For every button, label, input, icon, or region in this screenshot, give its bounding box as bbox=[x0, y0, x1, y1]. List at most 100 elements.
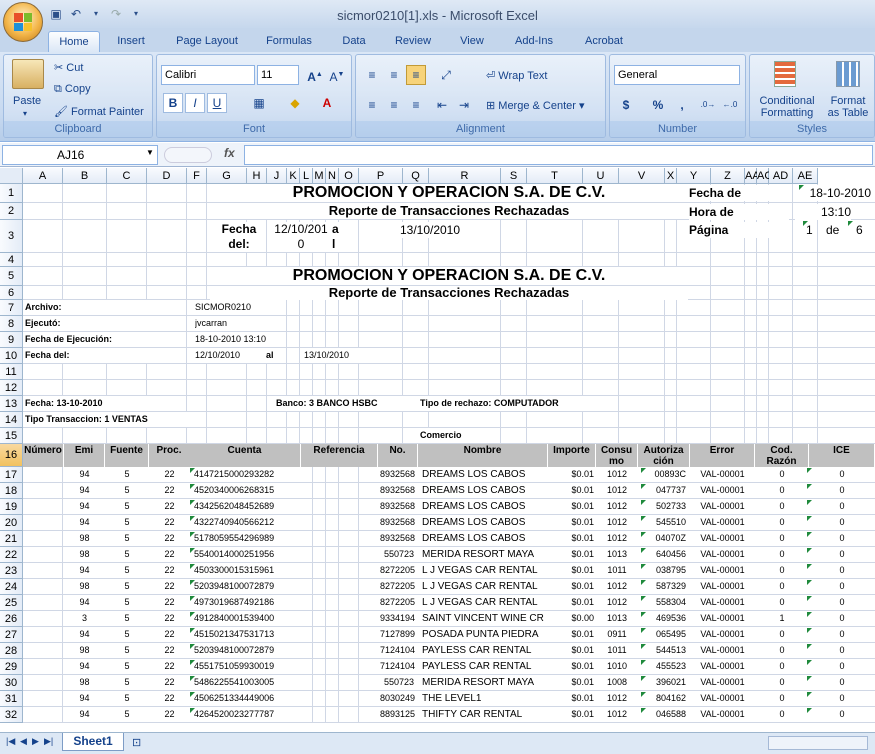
column-header[interactable]: AA bbox=[745, 168, 760, 184]
column-header[interactable]: U bbox=[583, 168, 619, 184]
row-header[interactable]: 13 bbox=[0, 396, 23, 412]
borders-icon[interactable]: ▦ bbox=[249, 93, 269, 113]
column-header[interactable]: R bbox=[429, 168, 501, 184]
shrink-font-icon[interactable]: A▼ bbox=[327, 65, 347, 85]
decrease-indent-icon[interactable]: ⇤ bbox=[432, 95, 452, 115]
row-header[interactable]: 17 bbox=[0, 467, 23, 483]
column-header[interactable]: Q bbox=[403, 168, 429, 184]
row-header[interactable]: 23 bbox=[0, 563, 23, 579]
horizontal-scrollbar[interactable] bbox=[768, 736, 868, 750]
column-header[interactable]: B bbox=[63, 168, 107, 184]
increase-indent-icon[interactable]: ⇥ bbox=[454, 95, 474, 115]
column-header[interactable]: H bbox=[247, 168, 267, 184]
orientation-icon[interactable]: ⤢ bbox=[436, 65, 456, 85]
align-left-icon[interactable]: ≡ bbox=[362, 95, 382, 115]
column-header[interactable]: N bbox=[326, 168, 339, 184]
undo-dropdown-icon[interactable]: ▾ bbox=[88, 6, 104, 22]
percent-button[interactable]: % bbox=[648, 95, 668, 115]
column-header[interactable]: D bbox=[147, 168, 187, 184]
row-header[interactable]: 28 bbox=[0, 643, 23, 659]
paste-icon[interactable] bbox=[12, 59, 44, 89]
column-header[interactable]: Y bbox=[677, 168, 711, 184]
row-header[interactable]: 16 bbox=[0, 444, 23, 467]
align-top-icon[interactable]: ≡ bbox=[362, 65, 382, 85]
increase-decimal-icon[interactable]: .0→ bbox=[698, 95, 718, 115]
currency-button[interactable]: $ bbox=[616, 95, 636, 115]
align-middle-icon[interactable]: ≡ bbox=[384, 65, 404, 85]
align-bottom-icon[interactable]: ≡ bbox=[406, 65, 426, 85]
row-header[interactable]: 25 bbox=[0, 595, 23, 611]
row-header[interactable]: 9 bbox=[0, 332, 23, 348]
column-header[interactable]: P bbox=[359, 168, 403, 184]
decrease-decimal-icon[interactable]: ←.0 bbox=[720, 95, 740, 115]
format-as-table-button[interactable]: Format as Table bbox=[822, 95, 874, 119]
wrap-text-button[interactable]: ⏎ Wrap Text bbox=[486, 69, 547, 82]
last-sheet-icon[interactable]: ▶| bbox=[44, 736, 53, 747]
row-header[interactable]: 11 bbox=[0, 364, 23, 380]
formula-input[interactable] bbox=[244, 145, 873, 165]
customize-qat-icon[interactable]: ▾ bbox=[128, 6, 144, 22]
row-header[interactable]: 31 bbox=[0, 691, 23, 707]
paste-dropdown-icon[interactable]: ▾ bbox=[23, 109, 27, 118]
format-painter-button[interactable]: 🖌 Format Painter bbox=[54, 105, 144, 118]
tab-home[interactable]: Home bbox=[48, 31, 100, 52]
font-name-select[interactable]: Calibri bbox=[161, 65, 255, 85]
comma-button[interactable]: , bbox=[672, 95, 692, 115]
save-icon[interactable]: ▣ bbox=[48, 6, 64, 22]
row-header[interactable]: 1 bbox=[0, 184, 23, 203]
tab-formulas[interactable]: Formulas bbox=[258, 31, 320, 52]
fill-color-icon[interactable]: ◆ bbox=[285, 93, 305, 113]
column-header[interactable]: S bbox=[501, 168, 527, 184]
tab-add-ins[interactable]: Add-Ins bbox=[506, 31, 562, 52]
row-header[interactable]: 6 bbox=[0, 286, 23, 300]
column-header[interactable]: O bbox=[339, 168, 359, 184]
row-header[interactable]: 32 bbox=[0, 707, 23, 723]
column-header[interactable]: X bbox=[665, 168, 677, 184]
row-header[interactable]: 22 bbox=[0, 547, 23, 563]
number-format-select[interactable]: General bbox=[614, 65, 740, 85]
row-header[interactable]: 19 bbox=[0, 499, 23, 515]
insert-sheet-icon[interactable]: ⊡ bbox=[132, 736, 141, 749]
redo-icon[interactable]: ↷ bbox=[108, 6, 124, 22]
row-header[interactable]: 29 bbox=[0, 659, 23, 675]
align-right-icon[interactable]: ≡ bbox=[406, 95, 426, 115]
next-sheet-icon[interactable]: ▶ bbox=[32, 736, 39, 747]
name-box[interactable]: AJ16 bbox=[2, 145, 158, 165]
row-header[interactable]: 20 bbox=[0, 515, 23, 531]
row-header[interactable]: 24 bbox=[0, 579, 23, 595]
row-header[interactable]: 21 bbox=[0, 531, 23, 547]
formula-bar-toggle-icon[interactable] bbox=[164, 147, 212, 163]
cut-button[interactable]: ✂ Cut bbox=[54, 61, 83, 74]
office-button[interactable] bbox=[3, 2, 43, 42]
column-header[interactable]: F bbox=[187, 168, 207, 184]
row-header[interactable]: 15 bbox=[0, 428, 23, 444]
underline-button[interactable]: U bbox=[207, 93, 227, 113]
tab-view[interactable]: View bbox=[452, 31, 492, 52]
column-header[interactable]: AC bbox=[757, 168, 772, 184]
column-header[interactable]: V bbox=[619, 168, 665, 184]
tab-page-layout[interactable]: Page Layout bbox=[168, 31, 246, 52]
column-header[interactable]: K bbox=[287, 168, 300, 184]
font-size-select[interactable]: 11 bbox=[257, 65, 299, 85]
row-header[interactable]: 3 bbox=[0, 220, 23, 253]
row-header[interactable]: 8 bbox=[0, 316, 23, 332]
undo-icon[interactable]: ↶ bbox=[68, 6, 84, 22]
merge-center-button[interactable]: ⊞ Merge & Center ▾ bbox=[486, 99, 585, 112]
tab-acrobat[interactable]: Acrobat bbox=[576, 31, 632, 52]
column-header[interactable]: Z bbox=[711, 168, 745, 184]
row-header[interactable]: 10 bbox=[0, 348, 23, 364]
column-header[interactable]: C bbox=[107, 168, 147, 184]
column-header[interactable]: J bbox=[267, 168, 287, 184]
column-header[interactable]: M bbox=[313, 168, 326, 184]
italic-button[interactable]: I bbox=[185, 93, 205, 113]
tab-data[interactable]: Data bbox=[334, 31, 374, 52]
insert-function-icon[interactable]: fx bbox=[224, 146, 235, 160]
row-header[interactable]: 12 bbox=[0, 380, 23, 396]
column-header[interactable]: L bbox=[300, 168, 313, 184]
row-header[interactable]: 2 bbox=[0, 203, 23, 220]
column-header[interactable]: G bbox=[207, 168, 247, 184]
row-header[interactable]: 14 bbox=[0, 412, 23, 428]
row-header[interactable]: 7 bbox=[0, 300, 23, 316]
column-header[interactable]: A bbox=[23, 168, 63, 184]
tab-review[interactable]: Review bbox=[388, 31, 438, 52]
